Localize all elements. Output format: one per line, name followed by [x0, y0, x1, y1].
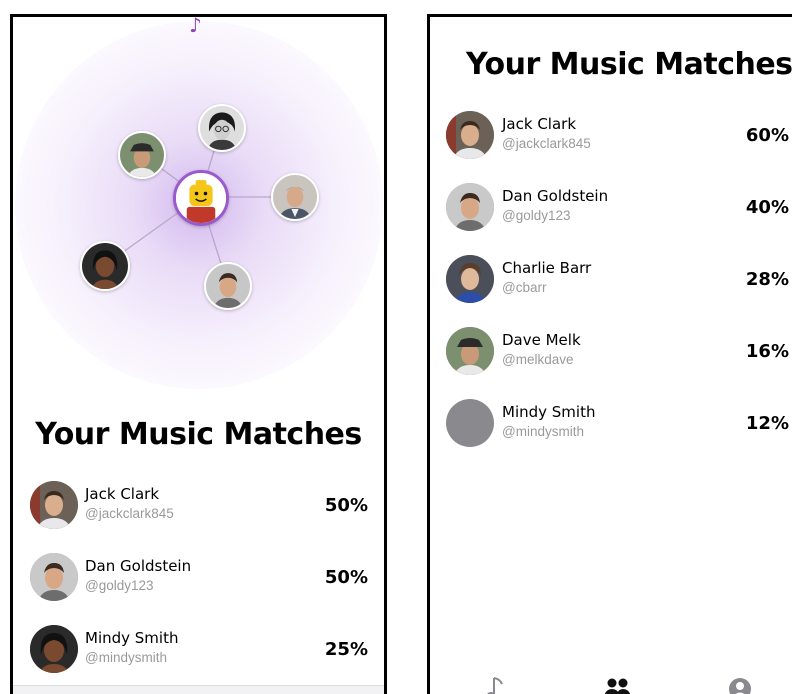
graph-node-avatar[interactable] [198, 104, 246, 152]
match-name: Jack Clark [85, 485, 160, 503]
avatar-man-icon [446, 111, 494, 159]
avatar-woman-icon [82, 243, 128, 289]
tab-bar [430, 672, 792, 694]
match-name: Mindy Smith [502, 403, 596, 421]
avatar-man-icon [30, 481, 78, 529]
match-name: Jack Clark [502, 115, 577, 133]
match-percent: 50% [324, 567, 368, 588]
match-handle: @jackclark845 [502, 136, 591, 151]
avatar [30, 625, 78, 673]
avatar [446, 255, 494, 303]
match-percent: 60% [745, 125, 789, 146]
avatar-man-hat-icon [120, 133, 164, 177]
avatar-man-icon [30, 553, 78, 601]
graph-node-avatar[interactable] [80, 241, 130, 291]
match-network-graph: ♪ [13, 17, 384, 392]
my-profile-node[interactable] [173, 170, 229, 226]
match-handle: @mindysmith [502, 424, 584, 439]
match-handle: @mindysmith [85, 650, 167, 665]
avatar-man-icon [446, 255, 494, 303]
graph-node-avatar[interactable] [118, 131, 166, 179]
avatar-placeholder [446, 399, 494, 447]
match-percent: 16% [745, 341, 789, 362]
match-list-item[interactable]: Mindy Smith @mindysmith 12% [430, 399, 792, 471]
match-handle: @cbarr [502, 280, 547, 295]
tab-bar-edge [13, 685, 384, 694]
match-list-item[interactable]: Dave Melk @melkdave 16% [430, 327, 792, 399]
phone-screen-right: Your Music Matches Jack Clark @jackclark… [427, 14, 792, 694]
avatar [30, 481, 78, 529]
match-list-item[interactable]: Charlie Barr @cbarr 28% [430, 255, 792, 327]
avatar [446, 327, 494, 375]
graph-node-avatar[interactable] [204, 262, 252, 310]
page-title: Your Music Matches [35, 417, 362, 452]
match-percent: 50% [324, 495, 368, 516]
avatar-man-icon [446, 183, 494, 231]
match-percent: 40% [745, 197, 789, 218]
match-name: Dave Melk [502, 331, 581, 349]
avatar-woman-icon [30, 625, 78, 673]
match-list-item[interactable]: Dan Goldstein @goldy123 50% [13, 553, 384, 625]
match-handle: @melkdave [502, 352, 574, 367]
match-name: Dan Goldstein [85, 557, 192, 575]
match-name: Charlie Barr [502, 259, 592, 277]
match-percent: 12% [745, 413, 789, 434]
avatar-man-hat-icon [446, 327, 494, 375]
lego-figure-icon [176, 173, 226, 223]
match-percent: 25% [324, 639, 368, 660]
match-name: Mindy Smith [85, 629, 179, 647]
avatar [446, 183, 494, 231]
match-name: Dan Goldstein [502, 187, 609, 205]
graph-node-avatar[interactable] [271, 173, 319, 221]
match-percent: 28% [745, 269, 789, 290]
match-list-item[interactable]: Jack Clark @jackclark845 60% [430, 111, 792, 183]
match-list-item[interactable]: Mindy Smith @mindysmith 25% [13, 625, 384, 694]
avatar-man-suit-icon [273, 175, 317, 219]
avatar [446, 111, 494, 159]
avatar-woman-glasses-icon [200, 106, 244, 150]
match-list-item[interactable]: Dan Goldstein @goldy123 40% [430, 183, 792, 255]
match-handle: @goldy123 [85, 578, 154, 593]
page-title: Your Music Matches [466, 47, 792, 82]
match-handle: @goldy123 [502, 208, 571, 223]
match-list-item[interactable]: Jack Clark @jackclark845 50% [13, 481, 384, 553]
avatar [30, 553, 78, 601]
avatar-man-icon [206, 264, 250, 308]
match-handle: @jackclark845 [85, 506, 174, 521]
phone-screen-left: ♪ Your Music Matches Jack Clark @jackcla… [10, 14, 387, 694]
